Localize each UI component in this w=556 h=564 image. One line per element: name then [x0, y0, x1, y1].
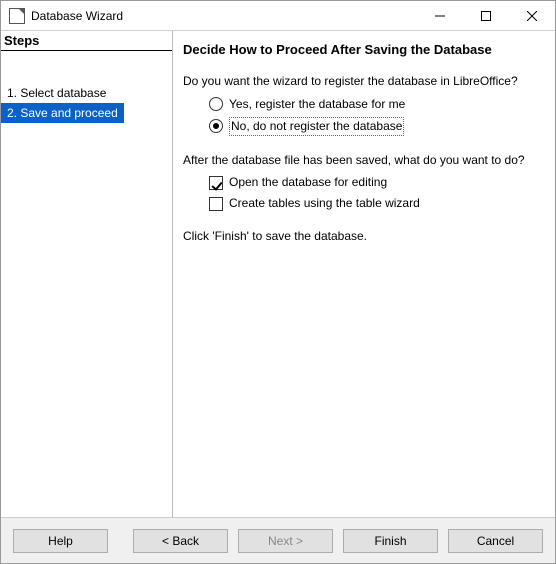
radio-icon: [209, 97, 223, 111]
register-question: Do you want the wizard to register the d…: [183, 73, 543, 90]
create-tables-label: Create tables using the table wizard: [229, 195, 420, 212]
window-title: Database Wizard: [31, 9, 417, 23]
radio-icon: [209, 119, 223, 133]
wizard-content: Decide How to Proceed After Saving the D…: [173, 31, 555, 517]
page-heading: Decide How to Proceed After Saving the D…: [183, 41, 543, 59]
step-save-and-proceed[interactable]: 2. Save and proceed: [1, 103, 124, 123]
step-label: 1. Select database: [7, 86, 106, 100]
step-label: 2. Save and proceed: [7, 106, 118, 120]
back-label: < Back: [162, 534, 199, 548]
cancel-button[interactable]: Cancel: [448, 529, 543, 553]
finish-label: Finish: [374, 534, 406, 548]
open-for-editing-option[interactable]: Open the database for editing: [209, 172, 543, 193]
close-icon: [527, 11, 537, 21]
register-options: Yes, register the database for me No, do…: [209, 94, 543, 138]
minimize-icon: [435, 11, 445, 21]
open-for-editing-label: Open the database for editing: [229, 174, 387, 191]
help-button[interactable]: Help: [13, 529, 108, 553]
steps-sidebar: Steps 1. Select database 2. Save and pro…: [1, 31, 173, 517]
close-button[interactable]: [509, 1, 555, 31]
finish-hint: Click 'Finish' to save the database.: [183, 228, 543, 245]
checkbox-icon: [209, 176, 223, 190]
finish-button[interactable]: Finish: [343, 529, 438, 553]
steps-header: Steps: [1, 31, 172, 51]
register-no-option[interactable]: No, do not register the database: [209, 115, 543, 138]
after-save-options: Open the database for editing Create tab…: [209, 172, 543, 214]
app-icon: [9, 8, 25, 24]
back-button[interactable]: < Back: [133, 529, 228, 553]
titlebar: Database Wizard: [1, 1, 555, 31]
step-select-database[interactable]: 1. Select database: [1, 83, 172, 103]
cancel-label: Cancel: [477, 534, 514, 548]
maximize-icon: [481, 11, 491, 21]
maximize-button[interactable]: [463, 1, 509, 31]
register-yes-label: Yes, register the database for me: [229, 96, 405, 113]
next-button: Next >: [238, 529, 333, 553]
button-bar: Help < Back Next > Finish Cancel: [1, 517, 555, 563]
minimize-button[interactable]: [417, 1, 463, 31]
help-label: Help: [48, 534, 73, 548]
register-no-label: No, do not register the database: [229, 117, 404, 136]
steps-list: 1. Select database 2. Save and proceed: [1, 51, 172, 123]
register-yes-option[interactable]: Yes, register the database for me: [209, 94, 543, 115]
wizard-body: Steps 1. Select database 2. Save and pro…: [1, 31, 555, 517]
next-label: Next >: [268, 534, 303, 548]
create-tables-option[interactable]: Create tables using the table wizard: [209, 193, 543, 214]
checkbox-icon: [209, 197, 223, 211]
after-save-question: After the database file has been saved, …: [183, 152, 543, 169]
